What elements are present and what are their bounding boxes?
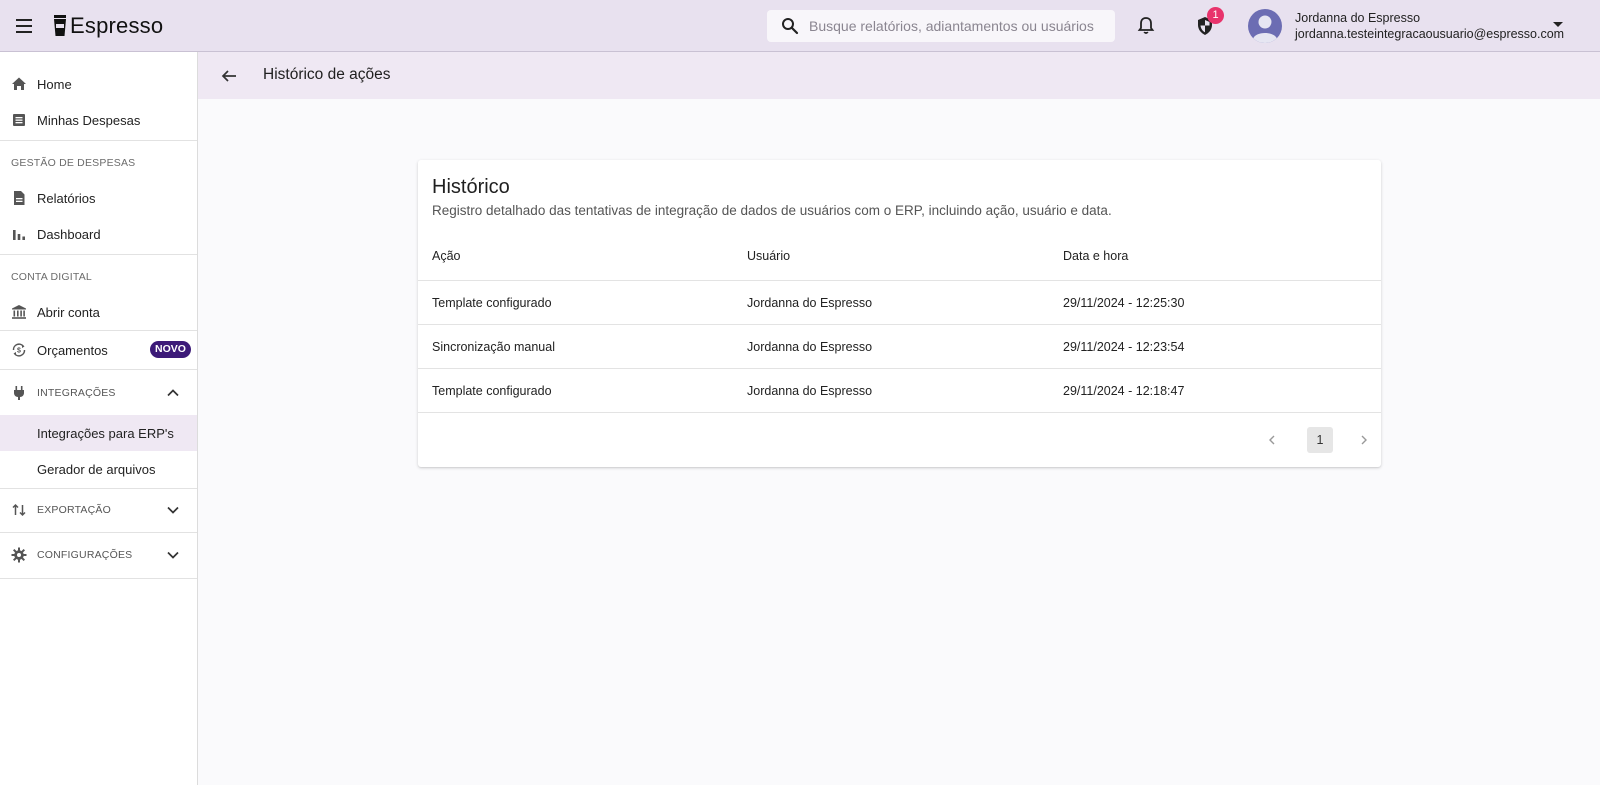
cell-acao: Template configurado xyxy=(432,296,552,310)
sidebar-item-label: Dashboard xyxy=(37,226,101,242)
sidebar-item-relatorios[interactable]: Relatórios xyxy=(0,180,197,216)
cell-usuario: Jordanna do Espresso xyxy=(747,384,873,398)
history-card: Histórico Registro detalhado das tentati… xyxy=(418,160,1381,467)
chevron-right-icon[interactable] xyxy=(1358,434,1370,446)
sidebar-item-home[interactable]: Home xyxy=(0,66,197,102)
divider xyxy=(418,412,1381,413)
column-header-data: Data e hora xyxy=(1063,249,1129,263)
sidebar-group-label: CONFIGURAÇÕES xyxy=(37,549,133,561)
chevron-down-icon xyxy=(167,506,179,514)
divider xyxy=(0,578,197,579)
sidebar-item-integracoes-erp[interactable]: Integrações para ERP's xyxy=(0,415,197,451)
document-icon xyxy=(14,191,25,205)
sidebar-item-label: Home xyxy=(37,76,72,92)
cell-usuario: Jordanna do Espresso xyxy=(747,296,873,310)
sidebar-item-minhas-despesas[interactable]: Minhas Despesas xyxy=(0,102,197,138)
plug-icon xyxy=(14,386,24,400)
cell-usuario: Jordanna do Espresso xyxy=(747,340,873,354)
section-title-conta: CONTA DIGITAL xyxy=(11,271,92,283)
sidebar: Home Minhas Despesas GESTÃO DE DESPESAS … xyxy=(0,52,198,785)
divider xyxy=(0,369,197,370)
page-title: Histórico de ações xyxy=(263,66,391,83)
swap-vertical-icon xyxy=(12,503,26,517)
sidebar-item-label: Gerador de arquivos xyxy=(37,461,156,477)
card-title: Histórico xyxy=(432,176,510,198)
page-header: Histórico de ações xyxy=(198,52,1600,99)
svg-text:$: $ xyxy=(17,348,21,355)
pagination-page[interactable]: 1 xyxy=(1307,427,1333,453)
chevron-left-icon[interactable] xyxy=(1266,434,1278,446)
table-row: Sincronização manual Jordanna do Espress… xyxy=(418,324,1381,368)
app-logo[interactable]: Espresso xyxy=(53,10,163,42)
sidebar-group-exportacao[interactable]: EXPORTAÇÃO xyxy=(0,488,197,532)
top-bar: Espresso 1 Jordanna do Espresso jordanna… xyxy=(0,0,1600,52)
sidebar-item-label: Minhas Despesas xyxy=(37,112,141,128)
coffee-cup-icon xyxy=(54,15,66,36)
cell-data: 29/11/2024 - 12:18:47 xyxy=(1063,384,1185,398)
search-input[interactable] xyxy=(809,18,1109,34)
cell-acao: Template configurado xyxy=(432,384,552,398)
sidebar-group-integracoes[interactable]: INTEGRAÇÕES xyxy=(0,372,197,414)
column-header-acao: Ação xyxy=(432,249,461,263)
menu-icon[interactable] xyxy=(14,15,34,37)
user-name: Jordanna do Espresso xyxy=(1295,11,1421,25)
table-row: Template configurado Jordanna do Espress… xyxy=(418,280,1381,324)
user-menu[interactable]: Jordanna do Espresso jordanna.testeinteg… xyxy=(1295,10,1564,42)
gear-icon xyxy=(11,547,27,563)
section-title-gestao: GESTÃO DE DESPESAS xyxy=(11,157,136,169)
list-icon xyxy=(13,114,25,126)
chevron-down-icon xyxy=(167,551,179,559)
sidebar-group-label: INTEGRAÇÕES xyxy=(37,387,116,399)
home-icon xyxy=(12,77,26,90)
sidebar-item-label: Orçamentos xyxy=(37,342,108,358)
table-row: Template configurado Jordanna do Espress… xyxy=(418,368,1381,412)
sidebar-group-configuracoes[interactable]: CONFIGURAÇÕES xyxy=(0,533,197,577)
user-email: jordanna.testeintegracaousuario@espresso… xyxy=(1295,27,1565,41)
cell-data: 29/11/2024 - 12:23:54 xyxy=(1063,340,1185,354)
bell-icon[interactable] xyxy=(1136,16,1156,36)
sidebar-item-dashboard[interactable]: Dashboard xyxy=(0,216,197,252)
divider xyxy=(0,254,197,255)
search-box[interactable] xyxy=(767,10,1115,42)
sidebar-item-label: Abrir conta xyxy=(37,304,100,320)
card-subtitle: Registro detalhado das tentativas de int… xyxy=(432,203,1112,218)
search-icon xyxy=(782,18,799,35)
sidebar-item-label: Integrações para ERP's xyxy=(37,425,174,441)
app-title: Espresso xyxy=(70,13,164,38)
divider xyxy=(0,140,197,141)
chevron-up-icon xyxy=(167,389,179,397)
avatar[interactable] xyxy=(1248,9,1282,43)
arrow-back-icon[interactable] xyxy=(220,67,238,85)
column-header-usuario: Usuário xyxy=(747,249,791,263)
sidebar-item-gerador-arquivos[interactable]: Gerador de arquivos xyxy=(0,451,197,487)
new-badge: NOVO xyxy=(150,341,191,358)
user-icon xyxy=(1253,15,1277,43)
caret-down-icon[interactable] xyxy=(1553,22,1563,27)
cell-data: 29/11/2024 - 12:25:30 xyxy=(1063,296,1185,310)
sidebar-item-abrir-conta[interactable]: Abrir conta xyxy=(0,294,197,330)
sidebar-group-label: EXPORTAÇÃO xyxy=(37,504,111,516)
sidebar-item-orcamentos[interactable]: $ Orçamentos NOVO xyxy=(0,331,197,369)
bar-chart-icon xyxy=(13,230,25,240)
notification-badge: 1 xyxy=(1207,7,1224,24)
sidebar-item-label: Relatórios xyxy=(37,190,96,206)
bank-icon xyxy=(12,305,26,319)
cell-acao: Sincronização manual xyxy=(432,340,555,354)
money-cycle-icon: $ xyxy=(12,343,26,357)
